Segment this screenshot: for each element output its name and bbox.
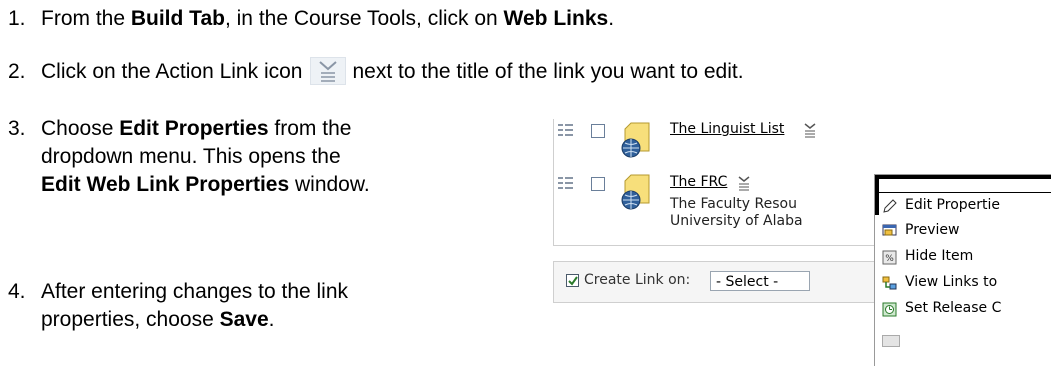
svg-text:%: % [885,254,894,264]
step-number: 2. [8,60,26,83]
menu-item-preview[interactable]: Preview [875,218,1051,243]
menu-item-edit-properties[interactable]: Edit Propertie [875,192,1051,218]
checklist-icon [566,274,580,292]
step-3-line-3: Edit Web Link Properties window. [41,173,370,196]
step-1: 1. From the Build Tab, in the Course Tool… [8,7,615,30]
link-description: The Faculty Resou University of Alaba [670,196,803,229]
view-links-icon [882,275,898,290]
step-4-line-2: properties, choose Save. [41,308,275,331]
step-2: 2. Click on the Action Link icon next to t… [8,57,744,85]
menu-next-item-partial [882,335,900,347]
action-link-icon[interactable] [803,122,821,140]
menu-top-bar [875,175,1051,179]
link-checkbox[interactable] [591,124,605,138]
create-link-bar: Create Link on: - Select - [553,261,885,303]
action-dropdown-menu: Edit Propertie Preview % Hide Item View … [874,174,1051,366]
pencil-icon [882,198,898,213]
drag-handle-icon[interactable] [557,174,575,192]
step-3: 3. Choose Edit Properties from the [8,117,352,140]
course-tools-screenshot: The Linguist List The FRC The Faculty Re… [553,119,1051,366]
action-link-icon [310,57,347,85]
link-title[interactable]: The FRC [670,174,727,190]
link-checkbox[interactable] [591,177,605,191]
link-title[interactable]: The Linguist List [670,121,784,137]
create-link-label: Create Link on: [584,272,691,288]
action-link-icon[interactable] [737,175,755,193]
step-3-line-2: dropdown menu. This opens the [41,145,341,168]
release-icon [882,301,898,317]
hide-icon: % [882,249,898,265]
web-link-icon [617,171,657,211]
list-bottom-border [553,245,883,246]
preview-icon [882,223,898,238]
list-left-border [553,119,554,246]
menu-item-view-links[interactable]: View Links to [875,270,1051,295]
menu-item-hide-item[interactable]: % Hide Item [875,244,1051,269]
web-link-icon [617,119,657,159]
step-number: 3. [8,117,26,140]
drag-handle-icon[interactable] [557,121,575,139]
step-4: 4. After entering changes to the link [8,280,349,303]
create-link-select[interactable]: - Select - [710,271,810,291]
step-number: 4. [8,280,26,303]
menu-item-set-release[interactable]: Set Release C [875,296,1051,321]
step-number: 1. [8,7,26,30]
